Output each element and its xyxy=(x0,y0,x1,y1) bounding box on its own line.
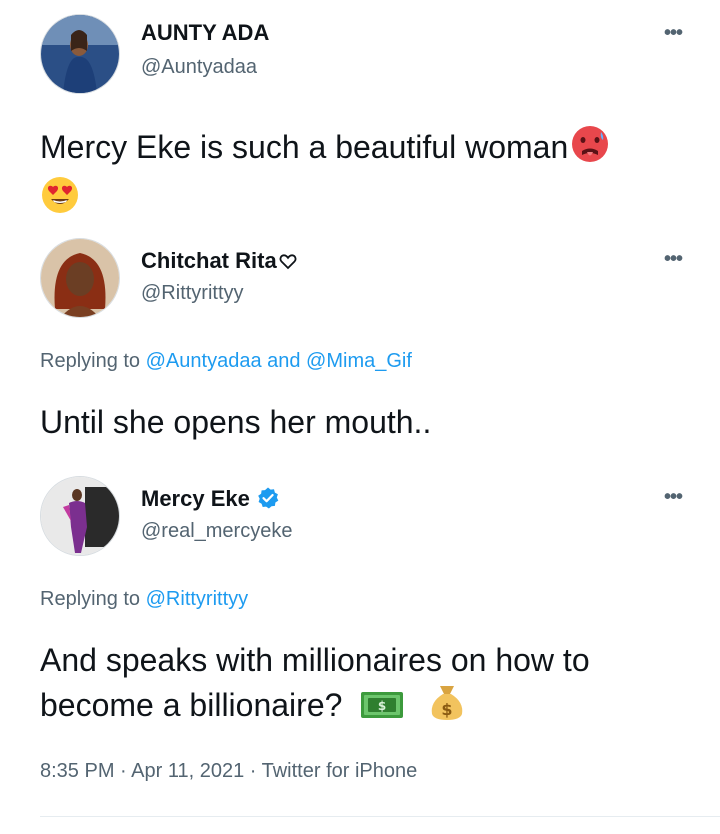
tweet-date[interactable]: Apr 11, 2021 xyxy=(131,760,244,782)
meta-separator: · xyxy=(114,760,132,782)
tweet-text: And speaks with millionaires on how to b… xyxy=(40,638,705,733)
hot-face-emoji xyxy=(570,124,610,175)
tweet-text: Until she opens her mouth.. xyxy=(40,404,432,440)
avatar[interactable] xyxy=(40,476,120,556)
tweet-header-3: Mercy Eke @real_mercyeke ••• xyxy=(0,476,720,566)
display-name-text: Chitchat Rita xyxy=(141,248,277,273)
tweet-time[interactable]: 8:35 PM xyxy=(40,760,114,782)
svg-text:$: $ xyxy=(442,700,453,719)
svg-text:$: $ xyxy=(378,699,386,713)
mention-link[interactable]: @Rittyrittyy xyxy=(146,588,249,610)
verified-badge-icon xyxy=(256,486,280,516)
divider xyxy=(40,816,720,817)
avatar[interactable] xyxy=(40,14,120,94)
meta-separator: · xyxy=(244,760,262,782)
tweet-text-line-1: And speaks with millionaires on how to xyxy=(40,642,590,678)
tweet-text-line-2: become a billionaire? xyxy=(40,687,343,723)
tweet-header-2: Chitchat Rita @Rittyrittyy ••• xyxy=(0,238,720,328)
replying-to: Replying to @Rittyrittyy xyxy=(40,588,248,611)
display-name[interactable]: AUNTY ADA xyxy=(141,20,269,46)
more-options-icon[interactable]: ••• xyxy=(664,486,683,509)
tweet-header-1: AUNTY ADA @Auntyadaa ••• xyxy=(0,8,720,98)
money-bag-emoji: $ xyxy=(428,682,466,733)
replying-to-label: Replying to xyxy=(40,350,146,372)
more-options-icon[interactable]: ••• xyxy=(664,248,683,271)
replying-to-label: Replying to xyxy=(40,588,146,610)
avatar-image xyxy=(41,15,119,93)
heart-eyes-emoji xyxy=(40,175,80,226)
user-handle[interactable]: @Auntyadaa xyxy=(141,56,257,79)
mention-link[interactable]: @Mima_Gif xyxy=(306,350,412,372)
avatar-image xyxy=(41,477,119,555)
user-handle[interactable]: @Rittyrittyy xyxy=(141,282,244,305)
money-bill-emoji: $ xyxy=(359,686,405,733)
user-handle[interactable]: @real_mercyeke xyxy=(141,520,292,543)
tweet-text-content: Mercy Eke is such a beautiful woman xyxy=(40,129,569,165)
display-name[interactable]: Chitchat Rita xyxy=(141,248,297,276)
more-options-icon[interactable]: ••• xyxy=(664,22,683,45)
heart-outline-icon xyxy=(279,250,297,276)
replying-to: Replying to @Auntyadaa and @Mima_Gif xyxy=(40,350,412,373)
mention-link[interactable]: @Auntyadaa xyxy=(146,350,262,372)
reply-and-label: and xyxy=(261,350,307,372)
tweet-text: Mercy Eke is such a beautiful woman xyxy=(40,124,705,226)
avatar-image xyxy=(41,239,119,317)
tweet-source[interactable]: Twitter for iPhone xyxy=(262,760,418,782)
display-name-text: Mercy Eke xyxy=(141,486,250,511)
avatar[interactable] xyxy=(40,238,120,318)
display-name[interactable]: Mercy Eke xyxy=(141,486,280,516)
tweet-meta: 8:35 PM · Apr 11, 2021 · Twitter for iPh… xyxy=(40,760,417,783)
